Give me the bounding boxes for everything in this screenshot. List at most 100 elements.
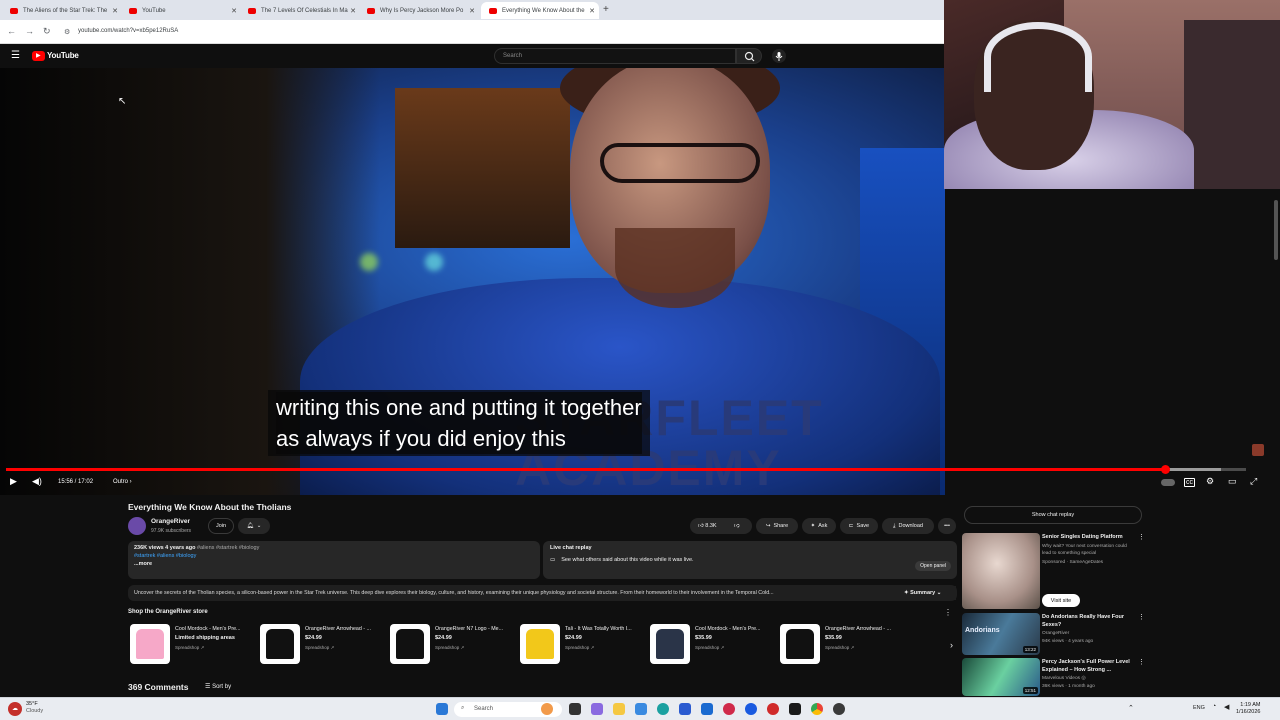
opera-icon[interactable]: [767, 703, 779, 715]
sort-icon: ☰: [205, 684, 211, 690]
page-scrollbar[interactable]: [1274, 200, 1278, 260]
new-tab-button[interactable]: +: [603, 4, 609, 15]
open-panel-button[interactable]: Open panel: [915, 561, 951, 571]
reload-icon[interactable]: ↻: [43, 26, 51, 37]
tab-close-icon[interactable]: ✕: [231, 7, 237, 15]
hashtag-links[interactable]: #startrek #aliens #biology: [134, 553, 534, 559]
task-view-icon[interactable]: [569, 703, 581, 715]
summary-toggle-button[interactable]: ✦ Summary ⌄: [900, 586, 956, 600]
weather-icon[interactable]: ☁: [8, 702, 22, 716]
save-button[interactable]: ⊏ Save: [840, 518, 878, 534]
subtitles-icon[interactable]: cc: [1184, 478, 1195, 487]
app-icon[interactable]: [723, 703, 735, 715]
rec-menu-icon[interactable]: ⋮: [1138, 658, 1145, 666]
speaker-icon[interactable]: ◀: [1224, 703, 1229, 711]
site-info-icon[interactable]: ⚙: [64, 28, 70, 36]
video-player[interactable]: STARFLEET ACADEMY writing this one and p…: [0, 68, 945, 495]
store-product[interactable]: Cool Mordock - Men's Pre... $35.99 Spreads…: [648, 624, 776, 666]
search-input[interactable]: Search: [494, 48, 736, 64]
back-icon[interactable]: ←: [7, 26, 16, 36]
ad-menu-icon[interactable]: ⋮: [1138, 533, 1145, 541]
product-name: OrangeRiver Arrowhead - ...: [825, 626, 891, 632]
windows-start-icon[interactable]: [436, 703, 448, 715]
terminal-icon[interactable]: [789, 703, 801, 715]
forward-icon[interactable]: →: [25, 26, 34, 36]
store-icon[interactable]: [679, 703, 691, 715]
fullscreen-icon[interactable]: ⤢: [1250, 476, 1257, 487]
search-button[interactable]: [736, 48, 762, 64]
play-icon[interactable]: ▶: [10, 476, 17, 487]
tab-close-icon[interactable]: ✕: [469, 7, 475, 15]
download-button[interactable]: ⤓ Download: [882, 518, 934, 534]
channel-name[interactable]: OrangeRiver: [151, 518, 190, 525]
recommended-video[interactable]: Andorians 13:22 Do Andorians Really Have…: [962, 613, 1145, 655]
channel-avatar[interactable]: [128, 517, 146, 535]
file-explorer-icon[interactable]: [613, 703, 625, 715]
more-actions-icon[interactable]: •••: [938, 518, 956, 534]
show-chat-replay-button[interactable]: Show chat replay: [964, 506, 1142, 524]
like-button[interactable]: 👍︎ 8.3K: [698, 523, 717, 529]
show-more-link[interactable]: ...more: [134, 561, 534, 567]
live-chat-title: Live chat replay: [550, 545, 592, 551]
store-next-arrow-icon[interactable]: ›: [950, 640, 953, 650]
ai-summary-bar[interactable]: Uncover the secrets of the Tholian speci…: [128, 585, 957, 601]
photos-icon[interactable]: [635, 703, 647, 715]
tab-close-icon[interactable]: ✕: [350, 7, 356, 15]
taskbar-clock[interactable]: 1:19 AM 1/16/2026: [1236, 702, 1260, 716]
chrome-icon[interactable]: [811, 703, 823, 715]
wifi-icon[interactable]: ◔: [1212, 703, 1216, 710]
tab-title: The Aliens of the Star Trek: The: [23, 7, 108, 14]
visit-site-button[interactable]: Visit site: [1042, 594, 1080, 607]
progress-bar[interactable]: [6, 465, 1246, 474]
taskbar-search-label: Search: [474, 706, 494, 712]
copilot-icon[interactable]: [591, 703, 603, 715]
facebook-icon[interactable]: [745, 703, 757, 715]
join-button[interactable]: Join: [208, 518, 234, 534]
ask-button[interactable]: ✦ Ask: [802, 518, 836, 534]
share-button[interactable]: ↪ Share: [756, 518, 798, 534]
tab-close-icon[interactable]: ✕: [589, 7, 595, 15]
browser-tab[interactable]: YouTube ✕: [121, 2, 241, 19]
annotation-icon[interactable]: [1252, 444, 1264, 456]
browser-tab[interactable]: The Aliens of the Star Trek: The ✕: [2, 2, 122, 19]
tab-close-icon[interactable]: ✕: [112, 7, 118, 15]
store-product[interactable]: OrangeRiver Arrowhead - ... $24.99 Spreads…: [258, 624, 386, 666]
sort-button[interactable]: ☰ Sort by: [205, 683, 231, 690]
store-product[interactable]: Tali - It Was Totally Worth I... $24.99 Sp…: [518, 624, 646, 666]
browser-tab-active[interactable]: Everything We Know About the ✕: [481, 2, 599, 19]
browser-tab[interactable]: The 7 Levels Of Celestials In Ma ✕: [240, 2, 360, 19]
chapter-label[interactable]: Outro ›: [113, 479, 132, 485]
store-product[interactable]: OrangeRiver Arrowhead - ... $35.99 Spreads…: [778, 624, 906, 666]
url-field[interactable]: youtube.com/watch?v=xb5pe12RuSA: [78, 28, 178, 34]
chevron-down-icon: ⌄: [936, 590, 942, 596]
download-label: Download: [898, 523, 923, 529]
menu-icon[interactable]: ☰: [11, 50, 20, 61]
theater-mode-icon[interactable]: ▭: [1228, 476, 1237, 487]
store-product[interactable]: OrangeRiver N7 Logo - Me... $24.99 Spreads…: [388, 624, 516, 666]
clock-date: 1/16/2026: [1236, 709, 1261, 715]
obs-icon[interactable]: [833, 703, 845, 715]
youtube-favicon-icon: [10, 7, 18, 14]
store-menu-icon[interactable]: ⋮: [944, 608, 952, 617]
language-indicator[interactable]: ENG: [1193, 705, 1205, 711]
subscribed-button[interactable]: 🔔︎ ⌄: [238, 518, 270, 534]
browser-tab[interactable]: Why Is Percy Jackson More Po ✕: [359, 2, 479, 19]
progress-scrubber[interactable]: [1161, 465, 1171, 474]
settings-gear-icon[interactable]: ⚙: [1206, 476, 1214, 487]
duration-badge: 12:51: [1022, 687, 1038, 694]
product-name: Cool Mordock - Men's Pre...: [175, 626, 241, 632]
description-box[interactable]: 236K views 4 years ago #aliens #startrek…: [128, 541, 540, 579]
store-product[interactable]: Cool Mordock - Men's Pre... Limited shipp…: [128, 624, 256, 666]
outlook-icon[interactable]: [701, 703, 713, 715]
rec-menu-icon[interactable]: ⋮: [1138, 613, 1145, 621]
volume-icon[interactable]: ◀): [32, 476, 42, 487]
autoplay-toggle[interactable]: [1161, 479, 1175, 486]
dislike-button[interactable]: 👎︎: [734, 523, 740, 529]
voice-search-button[interactable]: [772, 49, 786, 63]
recommended-video[interactable]: 12:51 Percy Jackson's Full Power Level E…: [962, 658, 1145, 696]
tray-chevron-icon[interactable]: ⌃: [1128, 704, 1134, 712]
search-icon: [744, 51, 755, 62]
weather-widget[interactable]: 35°F Cloudy: [26, 701, 43, 715]
edge-icon[interactable]: [657, 703, 669, 715]
search-icon: ⌕: [461, 705, 465, 711]
